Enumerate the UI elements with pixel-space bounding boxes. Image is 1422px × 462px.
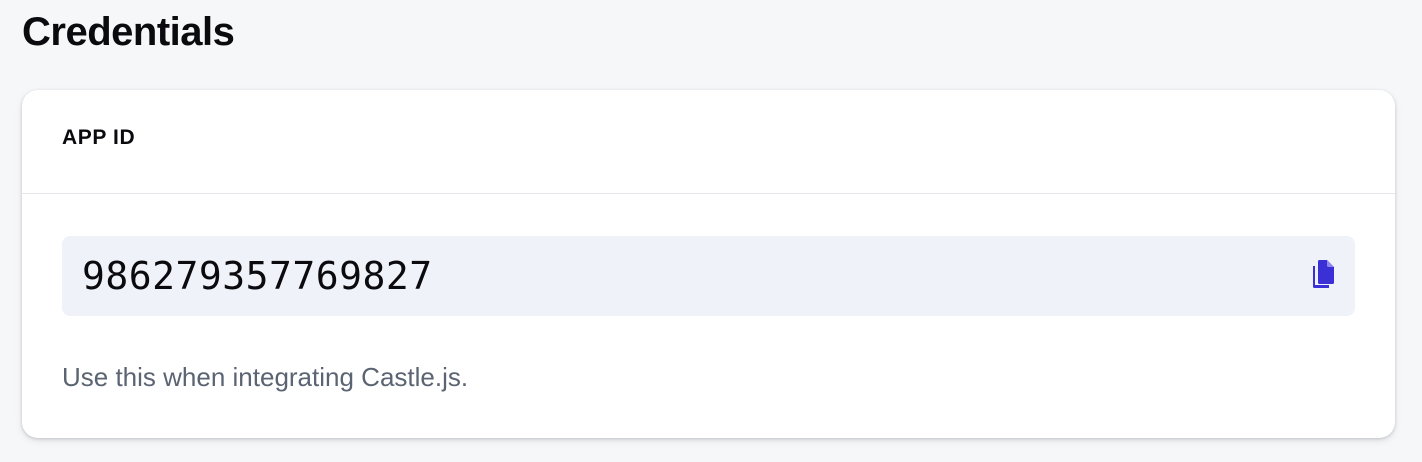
- copy-button[interactable]: [1309, 259, 1337, 293]
- copy-icon: [1310, 259, 1336, 293]
- app-id-value[interactable]: 986279357769827: [82, 254, 433, 298]
- app-id-field[interactable]: 986279357769827: [62, 236, 1355, 316]
- app-id-label: APP ID: [62, 125, 136, 149]
- credentials-card: APP ID 986279357769827 Use this when int…: [22, 90, 1395, 438]
- card-header: APP ID: [22, 90, 1395, 194]
- helper-text: Use this when integrating Castle.js.: [62, 362, 469, 392]
- page-title: Credentials: [22, 10, 235, 54]
